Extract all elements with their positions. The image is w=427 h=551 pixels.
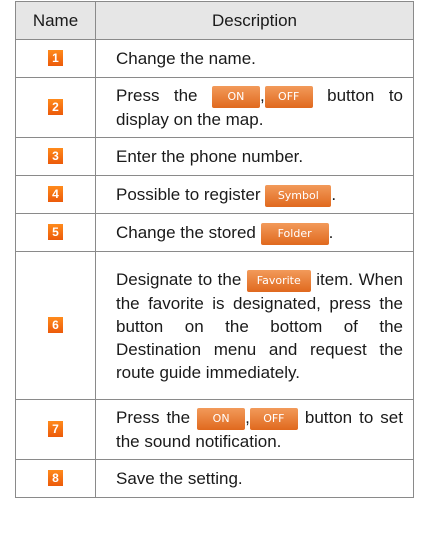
description-cell: Enter the phone number. xyxy=(95,137,414,176)
table-row: 2 Press the ON, OFF button to display on … xyxy=(15,77,414,138)
description-cell: Designate to the Favorite item. When the… xyxy=(95,251,414,400)
description-text: Designate to the xyxy=(116,269,242,289)
description-text: Press the xyxy=(116,86,198,105)
row-number-cell: 8 xyxy=(15,459,96,498)
description-cell: Change the name. xyxy=(95,39,414,78)
number-badge: 1 xyxy=(48,50,63,67)
favorite-button[interactable]: Favorite xyxy=(246,269,311,292)
table-row: 3 Enter the phone number. xyxy=(15,137,414,176)
row-number-cell: 6 xyxy=(15,251,96,400)
description-cell: Possible to register Symbol. xyxy=(95,175,414,214)
number-badge: 7 xyxy=(48,421,63,438)
off-button[interactable]: OFF xyxy=(249,408,298,430)
description-text: . xyxy=(331,184,337,204)
description-cell: Press the ON, OFF button to set the sound… xyxy=(95,399,414,460)
number-badge: 8 xyxy=(48,470,63,487)
description-text: Change the stored xyxy=(116,222,256,242)
description-cell: Save the setting. xyxy=(95,459,414,498)
separator-text: , xyxy=(259,86,265,105)
row-number-cell: 3 xyxy=(15,137,96,176)
number-badge: 4 xyxy=(48,186,63,203)
header-row: Name Description xyxy=(15,1,414,40)
table-row: 1 Change the name. xyxy=(15,39,414,78)
header-description: Description xyxy=(95,1,414,40)
description-table: Name Description 1 Change the name. 2 Pr… xyxy=(15,1,414,498)
number-badge: 5 xyxy=(48,224,63,241)
number-badge: 2 xyxy=(48,99,63,116)
description-cell: Press the ON, OFF button to display on th… xyxy=(95,77,414,138)
description-text: Press the xyxy=(116,408,191,427)
number-badge: 3 xyxy=(48,148,63,165)
row-number-cell: 2 xyxy=(15,77,96,138)
on-button[interactable]: ON xyxy=(197,408,246,430)
table-row: 5 Change the stored Folder. xyxy=(15,213,414,252)
description-text: . xyxy=(328,222,334,242)
description-cell: Change the stored Folder. xyxy=(95,213,414,252)
header-name: Name xyxy=(15,1,96,40)
row-number-cell: 4 xyxy=(15,175,96,214)
row-number-cell: 1 xyxy=(15,39,96,78)
table-row: 4 Possible to register Symbol. xyxy=(15,175,414,214)
row-number-cell: 5 xyxy=(15,213,96,252)
number-badge: 6 xyxy=(48,317,63,334)
on-button[interactable]: ON xyxy=(211,86,260,108)
off-button[interactable]: OFF xyxy=(264,86,313,108)
folder-button[interactable]: Folder xyxy=(260,222,329,245)
description-text: Possible to register xyxy=(116,184,261,204)
row-number-cell: 7 xyxy=(15,399,96,460)
table-row: 7 Press the ON, OFF button to set the sou… xyxy=(15,399,414,460)
table-row: 8 Save the setting. xyxy=(15,459,414,498)
symbol-button[interactable]: Symbol xyxy=(265,184,332,207)
table-row: 6 Designate to the Favorite item. When t… xyxy=(15,251,414,400)
